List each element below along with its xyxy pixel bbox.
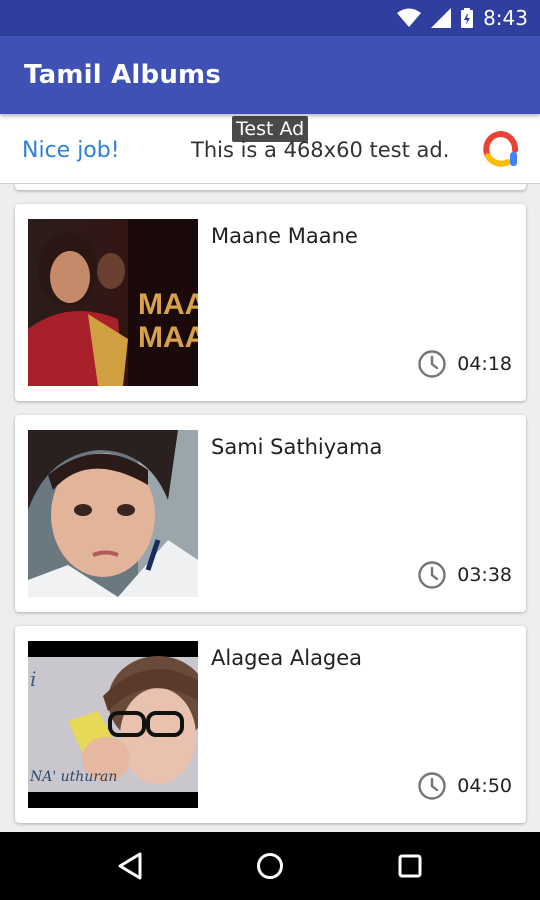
song-thumbnail: i NA' uthuran [28, 641, 198, 808]
wifi-icon [397, 8, 422, 27]
home-button[interactable] [245, 841, 295, 891]
song-duration: 03:38 [417, 560, 512, 590]
thumbnail-text: MAA [138, 288, 198, 321]
ad-logo-icon[interactable] [482, 130, 520, 168]
song-duration: 04:18 [417, 349, 512, 379]
song-title: Alagea Alagea [211, 646, 363, 670]
home-icon [257, 853, 283, 879]
duration-text: 03:38 [457, 564, 512, 586]
thumbnail-text: MAA [138, 321, 198, 354]
clock-icon [418, 772, 446, 800]
recents-button[interactable] [385, 841, 435, 891]
clock-icon [418, 350, 446, 378]
list-item[interactable]: i NA' uthuran Alagea Alagea 04:50 [15, 626, 526, 823]
thumbnail-text: i [30, 667, 36, 691]
duration-text: 04:18 [457, 353, 512, 375]
clock-time: 8:43 [483, 6, 528, 30]
duration-text: 04:50 [457, 775, 512, 797]
ad-banner[interactable]: Test Ad Nice job! This is a 468x60 test … [0, 114, 540, 184]
song-duration: 04:50 [417, 771, 512, 801]
list-item[interactable] [15, 184, 526, 190]
back-button[interactable] [105, 841, 155, 891]
list-item[interactable]: MAA MAA Maane Maane 04:18 [15, 204, 526, 401]
app-bar: Tamil Albums [0, 36, 540, 114]
thumbnail-text: NA' uthuran [29, 769, 117, 785]
app-title: Tamil Albums [24, 60, 222, 90]
battery-icon [461, 8, 474, 28]
navigation-bar [0, 832, 540, 900]
ad-headline[interactable]: Nice job! [22, 138, 120, 163]
list-item[interactable]: Sami Sathiyama 03:38 [15, 415, 526, 612]
status-bar: 8:43 [0, 0, 540, 36]
clock-icon [418, 561, 446, 589]
back-icon [118, 852, 142, 880]
song-title: Maane Maane [211, 224, 358, 248]
ad-body-text[interactable]: This is a 468x60 test ad. [191, 138, 449, 162]
song-list[interactable]: MAA MAA Maane Maane 04:18 Sami Sathiyama… [0, 184, 540, 832]
song-title: Sami Sathiyama [211, 435, 383, 459]
signal-icon [431, 8, 452, 28]
song-thumbnail [28, 430, 198, 597]
song-thumbnail: MAA MAA [28, 219, 198, 386]
recents-icon [398, 854, 422, 878]
